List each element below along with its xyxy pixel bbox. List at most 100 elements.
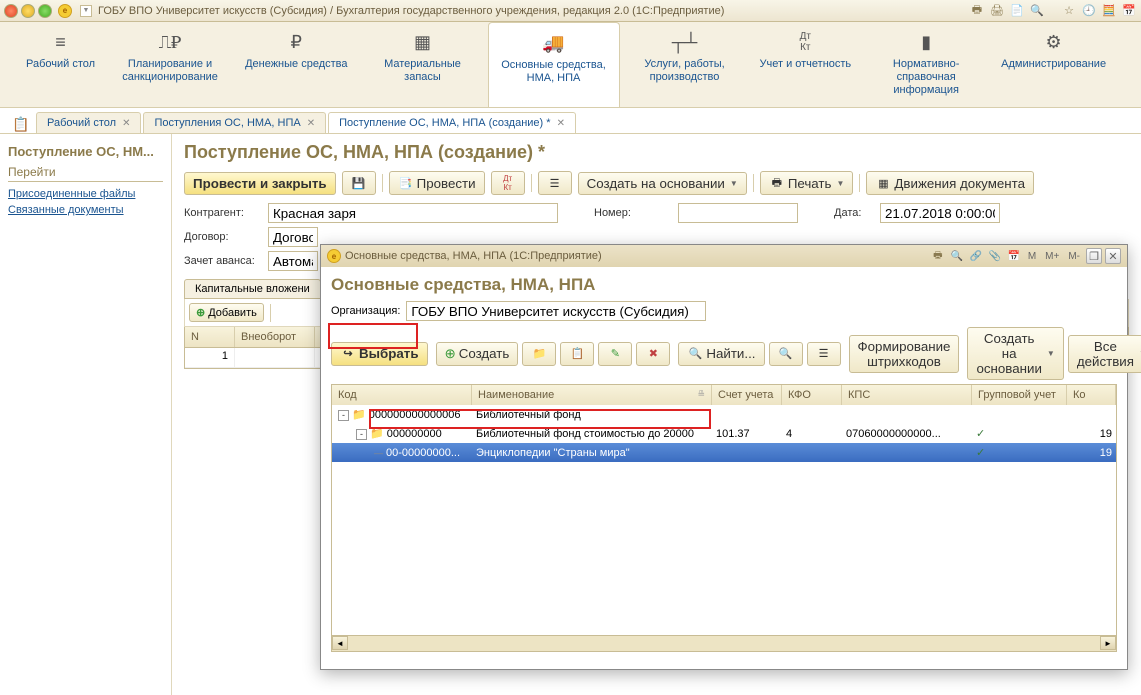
close-icon[interactable]: ✕	[307, 118, 315, 129]
close-icon[interactable]: ✕	[122, 118, 130, 129]
all-actions-button[interactable]: Все действия▼	[1068, 335, 1141, 373]
folder-icon: 📁	[370, 428, 384, 440]
assets-grid: Код Наименование≞ Счет учета КФО КПС Гру…	[331, 384, 1117, 652]
col-name[interactable]: Наименование≞	[472, 385, 712, 405]
select-asset-dialog: e Основные средства, НМА, НПА (1С:Предпр…	[320, 244, 1128, 670]
movements-button[interactable]: ▦Движения документа	[866, 171, 1034, 195]
save-icon: 💾	[351, 175, 367, 191]
star-icon[interactable]: ☆	[1061, 3, 1077, 19]
print-icon[interactable]: 🖶	[969, 3, 985, 19]
contractor-input[interactable]	[268, 203, 558, 223]
copy-button[interactable]: 📋	[560, 342, 594, 366]
col-group[interactable]: Групповой учет	[972, 385, 1067, 405]
sidebar-link-files[interactable]: Присоединенные файлы	[8, 186, 163, 202]
tab-desktop[interactable]: Рабочий стол✕	[36, 112, 141, 133]
select-icon: ↪	[340, 346, 356, 362]
title-dropdown[interactable]: ▼	[80, 5, 92, 17]
post-and-close-button[interactable]: Провести и закрыть	[184, 172, 336, 195]
window-controls	[4, 4, 52, 18]
delete-button[interactable]: ✖	[636, 342, 670, 366]
group-cell: ✓	[972, 445, 1067, 460]
view-button[interactable]: ☰	[807, 342, 841, 366]
calendar-icon[interactable]: 📅	[1121, 3, 1137, 19]
section-admin[interactable]: ⚙Администрирование	[991, 22, 1116, 107]
tree-row[interactable]: —00-00000000...Энциклопедии "Страны мира…	[332, 443, 1116, 462]
section-desktop[interactable]: ≡Рабочий стол	[16, 22, 105, 107]
section-reference[interactable]: ▮Нормативно-справочная информация	[861, 22, 991, 107]
date-input[interactable]	[880, 203, 1000, 223]
dialog-titlebar[interactable]: e Основные средства, НМА, НПА (1С:Предпр…	[321, 245, 1127, 267]
edit-button[interactable]: ✎	[598, 342, 632, 366]
save-button[interactable]: 💾	[342, 171, 376, 195]
search-icon[interactable]: 🔍	[1029, 3, 1045, 19]
titlebar: e ▼ ГОБУ ВПО Университет искусств (Субси…	[0, 0, 1141, 22]
date-label: Дата:	[834, 207, 874, 219]
search-icon: 🔍	[687, 346, 703, 362]
barcode-button[interactable]: Формирование штрихкодов	[849, 335, 960, 373]
dlg-create-based-button[interactable]: Создать на основании▼	[967, 327, 1063, 380]
dialog-restore-button[interactable]: ❐	[1086, 248, 1102, 264]
search-icon[interactable]: 🔍	[949, 248, 965, 264]
print-icon[interactable]: 🖶	[930, 248, 946, 264]
link-icon[interactable]: 🔗	[968, 248, 984, 264]
tree-toggle-icon[interactable]: -	[356, 429, 367, 440]
calc-icon[interactable]: 🧮	[1101, 3, 1117, 19]
nav-sidebar: Поступление ОС, НМ... Перейти Присоедине…	[0, 134, 172, 695]
m-plus-button[interactable]: M+	[1042, 251, 1062, 262]
m-minus-button[interactable]: M-	[1065, 251, 1083, 262]
scroll-left-icon[interactable]: ◄	[332, 636, 348, 650]
section-planning[interactable]: ⎍₽Планирование и санкционирование	[105, 22, 235, 107]
post-button[interactable]: 📑Провести	[389, 171, 485, 195]
dialog-close-button[interactable]: ✕	[1105, 248, 1121, 264]
create-button[interactable]: ⊕Создать	[436, 342, 519, 366]
code-text: 000000000	[387, 428, 442, 440]
close-icon[interactable]: ✕	[557, 118, 565, 129]
tree-row[interactable]: -📁000000000Библиотечный фонд стоимостью …	[332, 424, 1116, 443]
doc-icon[interactable]: 📄	[1009, 3, 1025, 19]
col-account[interactable]: Счет учета	[712, 385, 782, 405]
desktop-icon: 📋	[8, 115, 34, 133]
section-services[interactable]: ┬┴Услуги, работы, производство	[620, 22, 750, 107]
number-input[interactable]	[678, 203, 798, 223]
advance-input[interactable]	[268, 251, 318, 271]
new-folder-button[interactable]: 📁	[522, 342, 556, 366]
add-button[interactable]: ⊕Добавить	[189, 303, 264, 322]
print-button[interactable]: 🖶Печать▼	[760, 171, 854, 195]
dtkt-button[interactable]: ДтКт	[491, 171, 525, 195]
section-money[interactable]: ₽Денежные средства	[235, 22, 357, 107]
col-kfo[interactable]: КФО	[782, 385, 842, 405]
org-input[interactable]	[406, 301, 706, 321]
window-maximize-button[interactable]	[38, 4, 52, 18]
select-button[interactable]: ↪Выбрать	[331, 342, 428, 366]
tree-toggle-icon[interactable]: -	[338, 410, 349, 421]
col-ko[interactable]: Ко	[1067, 385, 1116, 405]
clear-find-button[interactable]: 🔍	[769, 342, 803, 366]
col-kps[interactable]: КПС	[842, 385, 972, 405]
list-button[interactable]: ☰	[538, 171, 572, 195]
clip-icon[interactable]: 📎	[987, 248, 1003, 264]
section-assets[interactable]: 🚚Основные средства, НМА, НПА	[488, 22, 620, 107]
history-icon[interactable]: 🕘	[1081, 3, 1097, 19]
col-code[interactable]: Код	[332, 385, 472, 405]
window-close-button[interactable]	[4, 4, 18, 18]
h-scrollbar[interactable]: ◄ ►	[332, 635, 1116, 651]
tab-receipt-create[interactable]: Поступление ОС, НМА, НПА (создание) *✕	[328, 112, 576, 133]
section-materials[interactable]: ▦Материальные запасы	[358, 22, 488, 107]
tab-receipts[interactable]: Поступления ОС, НМА, НПА✕	[143, 112, 326, 133]
calendar-icon[interactable]: 📅	[1006, 248, 1022, 264]
m-button[interactable]: M	[1025, 251, 1039, 262]
find-button[interactable]: 🔍Найти...	[678, 342, 764, 366]
scroll-right-icon[interactable]: ►	[1100, 636, 1116, 650]
col-n[interactable]: N	[185, 327, 235, 347]
window-minimize-button[interactable]	[21, 4, 35, 18]
print2-icon[interactable]: 🖨	[989, 3, 1005, 19]
section-accounting[interactable]: ДтКтУчет и отчетность	[750, 22, 862, 107]
contract-input[interactable]	[268, 227, 318, 247]
sidebar-link-related[interactable]: Связанные документы	[8, 202, 163, 218]
menu-icon: ≡	[49, 30, 73, 54]
tree-row[interactable]: -📁000000000000006Библиотечный фонд	[332, 405, 1116, 424]
create-based-button[interactable]: Создать на основании▼	[578, 172, 747, 195]
subtab-capital[interactable]: Капитальные вложени	[184, 279, 321, 299]
kps-cell	[842, 414, 972, 416]
col-asset[interactable]: Внеоборот	[235, 327, 315, 347]
